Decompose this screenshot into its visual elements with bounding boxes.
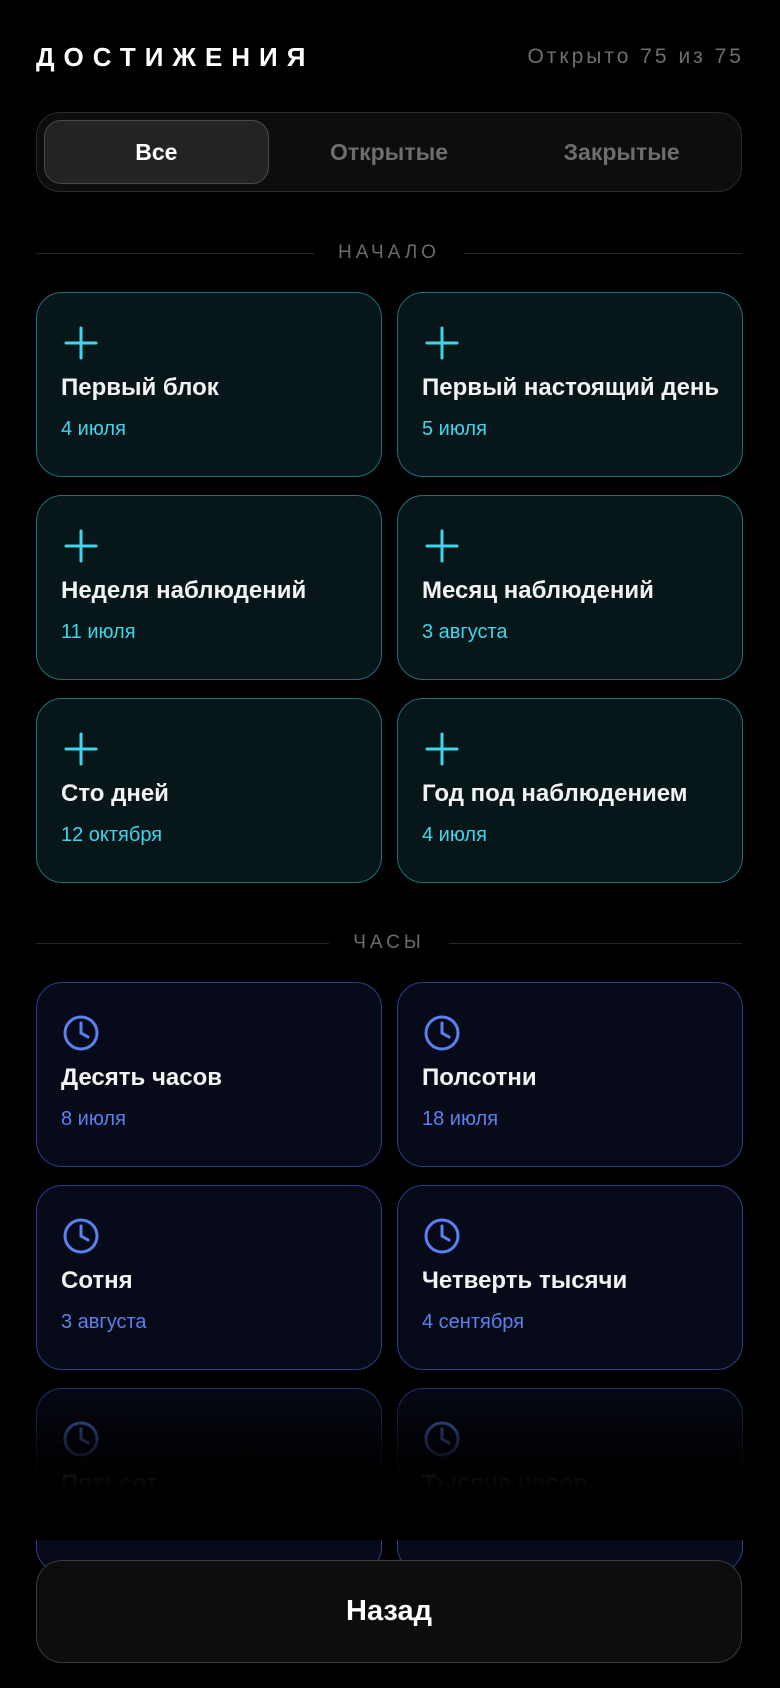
plus-icon xyxy=(64,732,98,766)
achievement-card[interactable]: Сотня 3 августа xyxy=(36,1185,382,1370)
clock-icon xyxy=(424,1015,460,1051)
clock-icon xyxy=(63,1218,99,1254)
achievement-date: 3 августа xyxy=(61,1311,147,1333)
header: ДОСТИЖЕНИЯ Открыто 75 из 75 xyxy=(36,38,744,76)
clock-icon xyxy=(424,1421,460,1457)
clock-icon xyxy=(63,1015,99,1051)
achievement-name: Неделя наблюдений xyxy=(61,577,307,604)
achievement-date: 8 октября xyxy=(61,1514,151,1536)
achievement-card[interactable]: Четверть тысячи 4 сентября xyxy=(397,1185,743,1370)
achievement-card[interactable]: Тысяча часов 12 декабря xyxy=(397,1388,743,1573)
achievement-name: Полсотни xyxy=(422,1064,537,1091)
tab-locked[interactable]: Закрытые xyxy=(509,120,734,184)
achievement-date: 5 июля xyxy=(422,418,487,440)
clock-icon xyxy=(63,1421,99,1457)
achievement-card[interactable]: Сто дней 12 октября xyxy=(36,698,382,883)
back-button[interactable]: Назад xyxy=(36,1560,742,1663)
divider xyxy=(448,942,742,944)
plus-icon xyxy=(64,529,98,563)
achievement-name: Сотня xyxy=(61,1267,133,1294)
filter-tabs: Все Открытые Закрытые xyxy=(36,112,742,192)
achievement-date: 4 июля xyxy=(61,418,126,440)
achievement-date: 4 сентября xyxy=(422,1311,525,1333)
section-title: НАЧАЛО xyxy=(338,242,440,263)
achievement-name: Первый блок xyxy=(61,374,219,401)
clock-icon xyxy=(424,1218,460,1254)
achievement-date: 4 июля xyxy=(422,824,487,846)
section-header-hours: ЧАСЫ xyxy=(36,928,742,958)
plus-icon xyxy=(64,326,98,360)
achievement-name: Тысяча часов xyxy=(422,1470,589,1497)
achievement-name: Десять часов xyxy=(61,1064,222,1091)
achievement-card[interactable]: Пятьсот 8 октября xyxy=(36,1388,382,1573)
section-header-start: НАЧАЛО xyxy=(36,238,743,268)
achievement-name: Первый настоящий день xyxy=(422,374,720,401)
achievement-card[interactable]: Первый настоящий день 5 июля xyxy=(397,292,743,477)
divider xyxy=(36,942,330,944)
achievement-card[interactable]: Первый блок 4 июля xyxy=(36,292,382,477)
achievements-grid-hours: Десять часов 8 июля Полсотни 18 июля Сот… xyxy=(36,982,743,1573)
divider xyxy=(36,252,315,254)
achievement-name: Пятьсот xyxy=(61,1470,158,1497)
achievements-grid-start: Первый блок 4 июля Первый настоящий день… xyxy=(36,292,743,883)
achievement-card[interactable]: Десять часов 8 июля xyxy=(36,982,382,1167)
achievement-name: Месяц наблюдений xyxy=(422,577,654,604)
unlocked-counter: Открыто 75 из 75 xyxy=(527,45,744,68)
tab-all[interactable]: Все xyxy=(44,120,269,184)
achievement-name: Сто дней xyxy=(61,780,169,807)
divider xyxy=(463,252,743,254)
achievement-card[interactable]: Полсотни 18 июля xyxy=(397,982,743,1167)
plus-icon xyxy=(425,529,459,563)
achievement-name: Год под наблюдением xyxy=(422,780,688,807)
achievement-date: 12 октября xyxy=(61,824,163,846)
achievement-card[interactable]: Год под наблюдением 4 июля xyxy=(397,698,743,883)
page-title: ДОСТИЖЕНИЯ xyxy=(36,41,315,72)
achievement-date: 11 июля xyxy=(61,621,136,643)
plus-icon xyxy=(425,732,459,766)
achievement-name: Четверть тысячи xyxy=(422,1267,628,1294)
achievement-date: 18 июля xyxy=(422,1108,499,1130)
achievement-card[interactable]: Месяц наблюдений 3 августа xyxy=(397,495,743,680)
achievement-date: 8 июля xyxy=(61,1108,126,1130)
section-title: ЧАСЫ xyxy=(353,932,425,953)
tab-unlocked[interactable]: Открытые xyxy=(277,120,502,184)
plus-icon xyxy=(425,326,459,360)
achievement-date: 12 декабря xyxy=(422,1514,527,1536)
achievement-date: 3 августа xyxy=(422,621,508,643)
achievement-card[interactable]: Неделя наблюдений 11 июля xyxy=(36,495,382,680)
